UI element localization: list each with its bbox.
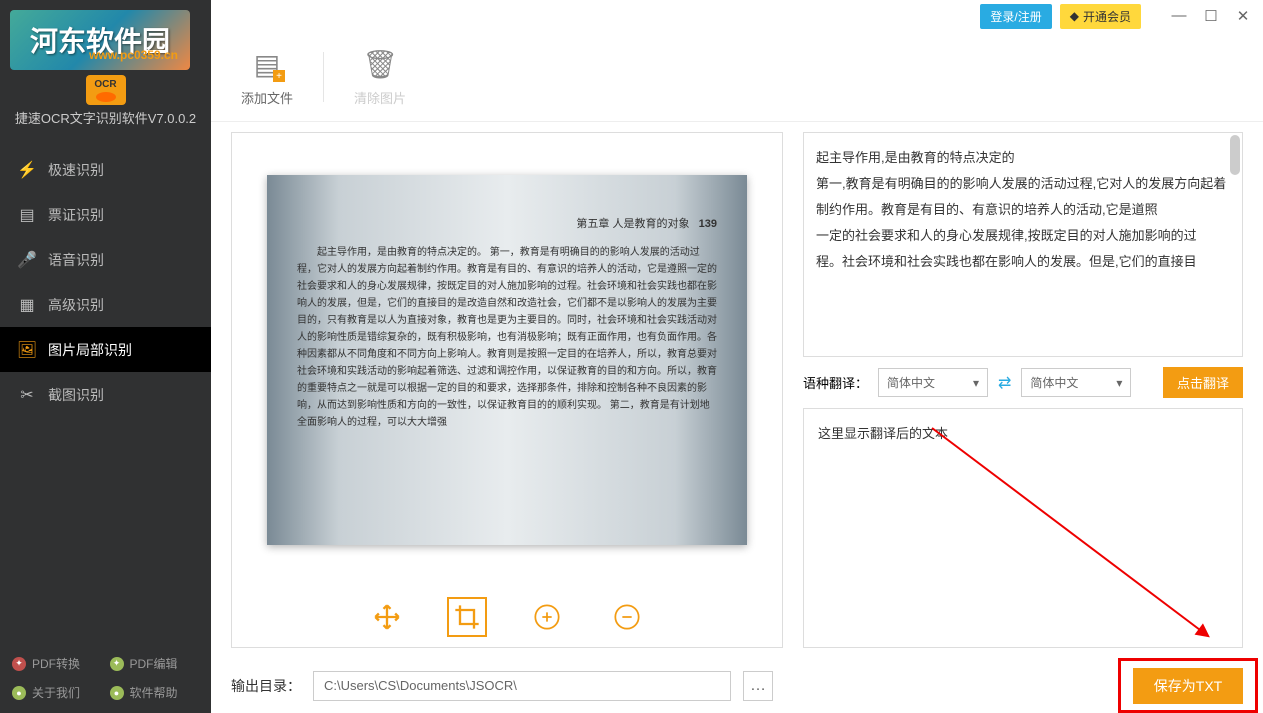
dot-icon: ● bbox=[110, 686, 124, 700]
nav-voice-ocr[interactable]: 🎤语音识别 bbox=[0, 237, 211, 282]
microphone-icon: 🎤 bbox=[18, 251, 36, 269]
target-lang-select[interactable]: 简体中文▾ bbox=[1021, 368, 1131, 397]
dot-icon: ● bbox=[12, 686, 26, 700]
save-txt-button[interactable]: 保存为TXT bbox=[1133, 668, 1243, 704]
chevron-down-icon: ▾ bbox=[1116, 376, 1122, 390]
preview-panel: 第五章 人是教育的对象 139 起主导作用，是由教育的特点决定的。 第一，教育是… bbox=[231, 132, 783, 648]
document-image: 第五章 人是教育的对象 139 起主导作用，是由教育的特点决定的。 第一，教育是… bbox=[267, 175, 747, 545]
clear-image-button[interactable]: 🗑 清除图片 bbox=[354, 46, 406, 107]
image-preview[interactable]: 第五章 人是教育的对象 139 起主导作用，是由教育的特点决定的。 第一，教育是… bbox=[232, 133, 782, 587]
lightning-icon: ⚡ bbox=[18, 161, 36, 179]
logo-area: 河东软件园 www.pc0359.cn OCR bbox=[0, 0, 211, 100]
titlebar: 登录/注册 ◆开通会员 — ☐ ✕ bbox=[211, 0, 1263, 32]
browse-button[interactable]: … bbox=[743, 671, 773, 701]
nav-ticket-ocr[interactable]: ▤票证识别 bbox=[0, 192, 211, 237]
ocr-line: 第一,教育是有明确目的的影响人发展的活动过程,它对人的发展方向起着制约作用。教育… bbox=[816, 171, 1230, 223]
translate-button[interactable]: 点击翻译 bbox=[1163, 367, 1243, 398]
translation-placeholder: 这里显示翻译后的文本 bbox=[818, 426, 948, 441]
footer-pdf-edit[interactable]: ✦PDF编辑 bbox=[110, 655, 200, 672]
scrollbar[interactable] bbox=[1230, 135, 1240, 175]
nav-advanced-ocr[interactable]: ▦高级识别 bbox=[0, 282, 211, 327]
ocr-line: 起主导作用,是由教育的特点决定的 bbox=[816, 145, 1230, 171]
crop-tool[interactable] bbox=[447, 597, 487, 637]
ocr-line: 程。社会环境和社会实践也都在影响人的发展。但是,它们的直接目 bbox=[816, 249, 1230, 275]
ocr-line: 一定的社会要求和人的身心发展规律,按既定目的对人施加影响的过 bbox=[816, 223, 1230, 249]
toolbar: ▤ 添加文件 🗑 清除图片 bbox=[211, 32, 1263, 122]
image-icon: 🖼 bbox=[18, 341, 36, 359]
window-controls: — ☐ ✕ bbox=[1169, 7, 1253, 25]
dot-icon: ✦ bbox=[110, 657, 124, 671]
sidebar: 河东软件园 www.pc0359.cn OCR 捷速OCR文字识别软件V7.0.… bbox=[0, 0, 211, 713]
main-area: 登录/注册 ◆开通会员 — ☐ ✕ ▤ 添加文件 🗑 清除图片 第五章 人是教育… bbox=[211, 0, 1263, 713]
result-panel: 起主导作用,是由教育的特点决定的 第一,教育是有明确目的的影响人发展的活动过程,… bbox=[803, 132, 1243, 648]
grid-icon: ▦ bbox=[18, 296, 36, 314]
translate-label: 语种翻译： bbox=[803, 373, 868, 392]
zoom-in-tool[interactable] bbox=[527, 597, 567, 637]
dot-icon: ✦ bbox=[12, 657, 26, 671]
footer-pdf-convert[interactable]: ✦PDF转换 bbox=[12, 655, 102, 672]
move-tool[interactable] bbox=[367, 597, 407, 637]
diamond-icon: ◆ bbox=[1070, 9, 1079, 23]
footer-links: ✦PDF转换 ✦PDF编辑 ●关于我们 ●软件帮助 bbox=[0, 643, 211, 713]
brand-logo: 河东软件园 www.pc0359.cn bbox=[10, 10, 190, 70]
output-path-input[interactable]: C:\Users\CS\Documents\JSOCR\ bbox=[313, 671, 731, 701]
ocr-text-output[interactable]: 起主导作用,是由教育的特点决定的 第一,教育是有明确目的的影响人发展的活动过程,… bbox=[803, 132, 1243, 357]
nav-region-ocr[interactable]: 🖼图片局部识别 bbox=[0, 327, 211, 372]
preview-toolbar bbox=[232, 587, 782, 647]
maximize-button[interactable]: ☐ bbox=[1201, 7, 1221, 25]
swap-lang-button[interactable]: ⇄ bbox=[998, 373, 1011, 393]
workspace: 第五章 人是教育的对象 139 起主导作用，是由教育的特点决定的。 第一，教育是… bbox=[211, 122, 1263, 658]
footer-about[interactable]: ●关于我们 bbox=[12, 684, 102, 701]
add-file-button[interactable]: ▤ 添加文件 bbox=[241, 46, 293, 107]
source-lang-select[interactable]: 简体中文▾ bbox=[878, 368, 988, 397]
chevron-down-icon: ▾ bbox=[973, 376, 979, 390]
brand-url: www.pc0359.cn bbox=[89, 48, 178, 62]
close-button[interactable]: ✕ bbox=[1233, 7, 1253, 25]
minimize-button[interactable]: — bbox=[1169, 7, 1189, 25]
nav-fast-ocr[interactable]: ⚡极速识别 bbox=[0, 147, 211, 192]
output-label: 输出目录： bbox=[231, 676, 301, 696]
file-add-icon: ▤ bbox=[249, 46, 285, 82]
translate-controls: 语种翻译： 简体中文▾ ⇄ 简体中文▾ 点击翻译 bbox=[803, 367, 1243, 398]
ocr-badge-icon: OCR bbox=[86, 75, 126, 105]
nav: ⚡极速识别 ▤票证识别 🎤语音识别 ▦高级识别 🖼图片局部识别 ✂截图识别 bbox=[0, 147, 211, 643]
ticket-icon: ▤ bbox=[18, 206, 36, 224]
vip-button[interactable]: ◆开通会员 bbox=[1060, 4, 1141, 29]
nav-screenshot-ocr[interactable]: ✂截图识别 bbox=[0, 372, 211, 417]
footer-help[interactable]: ●软件帮助 bbox=[110, 684, 200, 701]
translation-output[interactable]: 这里显示翻译后的文本 bbox=[803, 408, 1243, 648]
login-button[interactable]: 登录/注册 bbox=[980, 4, 1051, 29]
app-title: 捷速OCR文字识别软件V7.0.0.2 bbox=[0, 100, 211, 147]
trash-icon: 🗑 bbox=[362, 46, 398, 82]
zoom-out-tool[interactable] bbox=[607, 597, 647, 637]
annotation-arrow bbox=[931, 427, 1204, 633]
output-row: 输出目录： C:\Users\CS\Documents\JSOCR\ … 保存为… bbox=[211, 658, 1263, 713]
separator bbox=[323, 52, 324, 102]
scissors-icon: ✂ bbox=[18, 386, 36, 404]
